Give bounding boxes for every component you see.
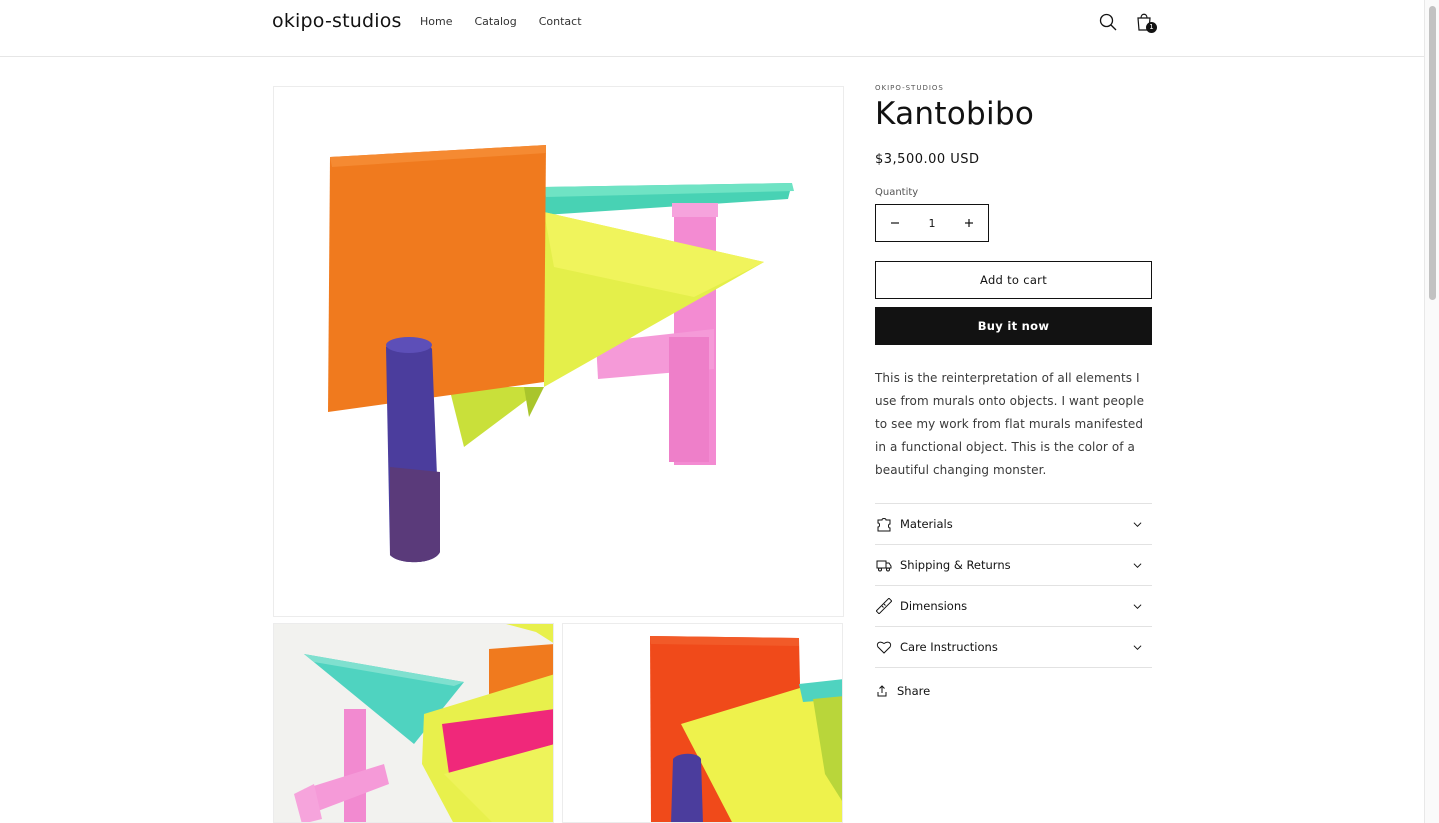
accordion-label: Dimensions xyxy=(900,599,968,613)
chevron-down-icon xyxy=(1133,563,1142,569)
quantity-stepper: 1 xyxy=(875,204,989,242)
main-nav: Home Catalog Contact xyxy=(420,15,604,28)
store-logo[interactable]: okipo-studios xyxy=(272,10,402,32)
nav-home[interactable]: Home xyxy=(420,15,452,28)
product-main-image[interactable] xyxy=(273,86,844,617)
buy-now-button[interactable]: Buy it now xyxy=(875,307,1152,345)
accordion-materials[interactable]: Materials xyxy=(875,504,1152,545)
thumbnail-illustration xyxy=(274,624,553,822)
accordion-label: Care Instructions xyxy=(900,640,998,654)
add-to-cart-button[interactable]: Add to cart xyxy=(875,261,1152,299)
accordion-label: Shipping & Returns xyxy=(900,558,1011,572)
chevron-down-icon xyxy=(1133,604,1142,610)
product-vendor: OKIPO-STUDIOS xyxy=(875,84,944,92)
scrollbar-thumb[interactable] xyxy=(1429,6,1436,300)
nav-contact[interactable]: Contact xyxy=(539,15,582,28)
quantity-label: Quantity xyxy=(875,187,919,198)
product-accordions: Materials Shipping & Returns Dimensions xyxy=(875,503,1152,668)
search-icon[interactable] xyxy=(1098,12,1118,32)
share-icon xyxy=(877,685,887,697)
puzzle-icon xyxy=(877,518,891,532)
quantity-input[interactable]: 1 xyxy=(914,217,950,230)
quantity-decrease-button[interactable] xyxy=(876,205,914,241)
product-title: Kantobibo xyxy=(875,96,1035,132)
cart-count-badge: 1 xyxy=(1146,22,1157,33)
truck-icon xyxy=(876,560,892,572)
nav-catalog[interactable]: Catalog xyxy=(474,15,516,28)
accordion-shipping-returns[interactable]: Shipping & Returns xyxy=(875,545,1152,586)
heart-icon xyxy=(876,641,892,654)
product-price: $3,500.00 USD xyxy=(875,152,980,167)
chevron-down-icon xyxy=(1133,645,1142,651)
chevron-down-icon xyxy=(1133,522,1142,528)
product-thumbnail-1[interactable] xyxy=(273,623,554,823)
product-description: This is the reinterpretation of all elem… xyxy=(875,371,1145,477)
accordion-care-instructions[interactable]: Care Instructions xyxy=(875,627,1152,668)
quantity-increase-button[interactable] xyxy=(950,205,988,241)
plus-icon xyxy=(965,219,973,227)
page-scrollbar[interactable] xyxy=(1424,0,1439,823)
accordion-dimensions[interactable]: Dimensions xyxy=(875,586,1152,627)
accordion-label: Materials xyxy=(900,517,953,531)
sculpture-illustration xyxy=(328,145,794,563)
minus-icon xyxy=(891,222,899,224)
product-thumbnail-2[interactable] xyxy=(562,623,843,823)
thumbnail-illustration xyxy=(563,624,842,822)
product-info: OKIPO-STUDIOS Kantobibo $3,500.00 USD Qu… xyxy=(875,84,1152,698)
share-button[interactable]: Share xyxy=(875,684,1152,698)
site-header: okipo-studios Home Catalog Contact 1 xyxy=(0,0,1424,57)
share-label: Share xyxy=(897,684,931,698)
ruler-icon xyxy=(876,598,892,614)
